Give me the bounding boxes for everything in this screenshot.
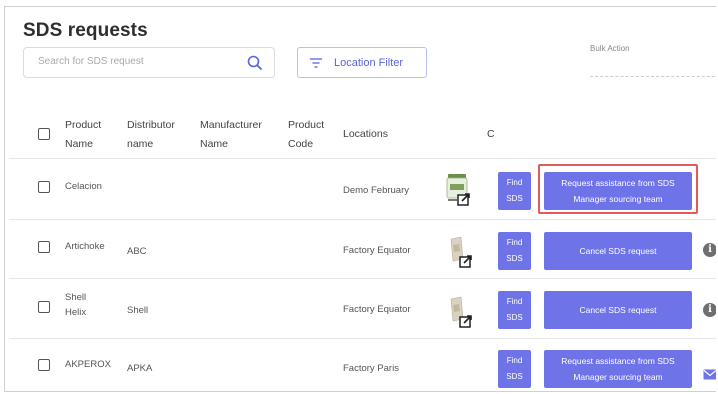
select-all-checkbox[interactable] — [38, 128, 50, 140]
bulk-action-underline — [590, 76, 716, 77]
search-icon[interactable] — [246, 54, 264, 72]
external-link-icon[interactable] — [459, 255, 472, 268]
row-location: Factory Paris — [343, 363, 399, 374]
row-location: Demo February — [343, 185, 409, 196]
info-icon[interactable]: i — [703, 303, 716, 317]
external-link-icon[interactable] — [459, 315, 472, 328]
location-filter-label: Location Filter — [334, 56, 404, 69]
external-link-icon[interactable] — [457, 193, 470, 206]
request-assistance-button[interactable]: Request assistance from SDS Manager sour… — [544, 350, 692, 388]
row-distributor-name: APKA — [127, 363, 153, 374]
row-product-name: Celacion — [65, 181, 102, 192]
product-thumbnail[interactable] — [445, 173, 471, 207]
row-product-name: AKPEROX — [65, 359, 111, 370]
row-divider — [9, 219, 716, 220]
row-checkbox[interactable] — [38, 181, 50, 193]
row-divider — [9, 158, 716, 159]
row-location: Factory Equator — [343, 245, 411, 256]
filter-icon — [310, 57, 322, 68]
mail-icon[interactable] — [703, 369, 716, 380]
row-distributor-name: ABC — [127, 246, 147, 257]
row-product-name: Shell Helix — [65, 292, 87, 318]
row-distributor-name: Shell — [127, 305, 149, 316]
row-checkbox[interactable] — [38, 241, 50, 253]
find-sds-button[interactable]: Find SDS — [498, 291, 531, 329]
row-divider — [9, 278, 716, 279]
header-locations[interactable]: Locations — [343, 125, 388, 144]
info-icon[interactable]: i — [703, 243, 716, 257]
bulk-action-select[interactable]: Bulk Action — [590, 44, 630, 53]
find-sds-button[interactable]: Find SDS — [498, 172, 531, 210]
row-checkbox[interactable] — [38, 359, 50, 371]
highlight-box — [538, 164, 698, 214]
header-distributor-name[interactable]: Distributor name — [127, 116, 175, 154]
row-location: Factory Equator — [343, 304, 411, 315]
find-sds-button[interactable]: Find SDS — [498, 232, 531, 270]
page-title: SDS requests — [23, 20, 148, 41]
row-product-name: Artichoke — [65, 241, 105, 252]
cancel-sds-request-button[interactable]: Cancel SDS request — [544, 291, 692, 329]
location-filter-button[interactable]: Location Filter — [297, 47, 427, 78]
header-manufacturer-name[interactable]: Manufacturer Name — [200, 116, 262, 154]
header-c[interactable]: C — [487, 125, 495, 144]
row-checkbox[interactable] — [38, 301, 50, 313]
sds-requests-panel: SDS requests Location Filter Bulk Action… — [4, 6, 716, 392]
find-sds-button[interactable]: Find SDS — [498, 350, 531, 388]
product-thumbnail[interactable] — [447, 235, 473, 269]
header-product-name[interactable]: Product Name — [65, 116, 101, 154]
search-box[interactable] — [23, 47, 275, 78]
product-thumbnail[interactable] — [447, 295, 473, 329]
search-input[interactable] — [38, 56, 228, 67]
header-product-code[interactable]: Product Code — [288, 116, 324, 154]
cancel-sds-request-button[interactable]: Cancel SDS request — [544, 232, 692, 270]
row-divider — [9, 338, 716, 339]
